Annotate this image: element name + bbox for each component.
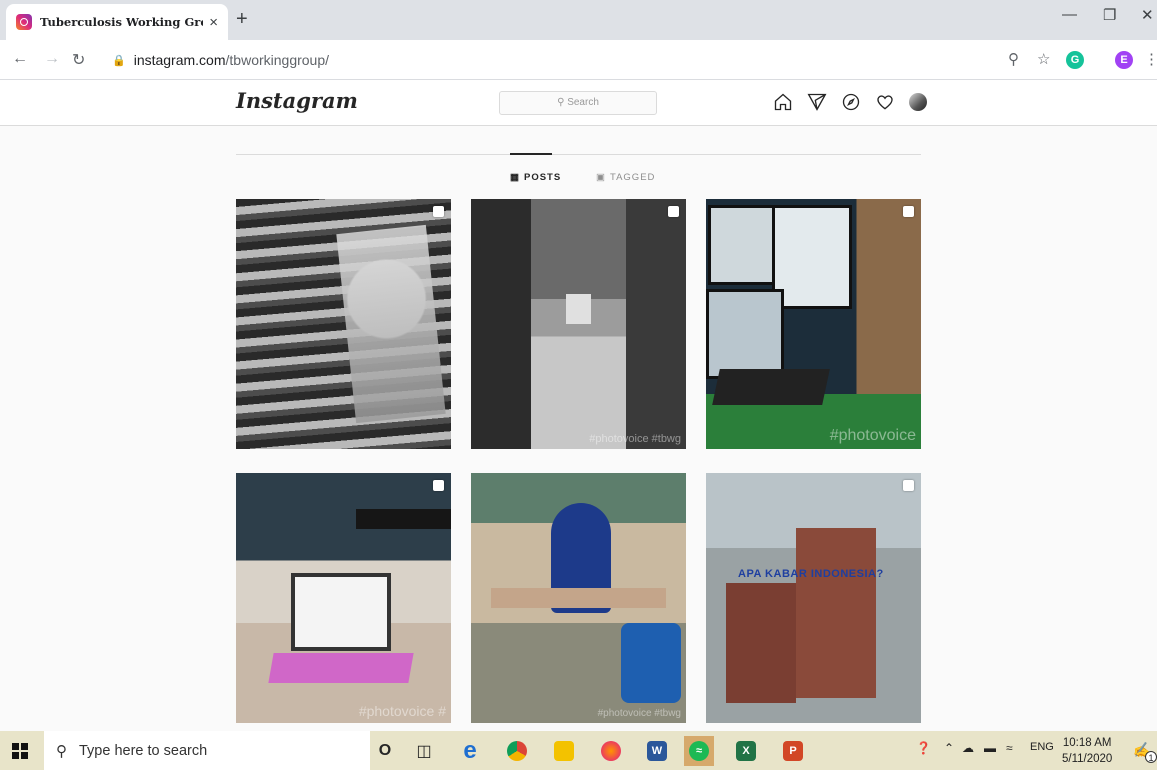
building-image	[726, 583, 796, 703]
chrome-icon[interactable]	[502, 736, 532, 766]
windows-start-icon[interactable]	[12, 743, 28, 759]
multi-photo-icon	[903, 480, 914, 491]
post-watermark: #photovoice #	[358, 703, 446, 719]
monitor-image	[772, 205, 852, 309]
notification-count-badge: 1	[1145, 751, 1157, 763]
cortana-glyph: O	[378, 742, 392, 759]
building-image	[796, 528, 876, 698]
chair-image	[621, 623, 681, 703]
minimize-icon[interactable]: —	[1062, 6, 1077, 23]
tab-posts-label: POSTS	[523, 172, 562, 183]
tab-title: Tuberculosis Working Group (	[40, 15, 203, 29]
help-icon[interactable]: ❓	[916, 741, 931, 755]
windows-taskbar: ⚲ Type here to search O ◫ e W ≈ X P ❓ ⌃ …	[0, 731, 1157, 770]
post-thumbnail[interactable]: #photovoice #tbwg	[471, 473, 686, 723]
onedrive-icon[interactable]: ☁	[962, 741, 974, 755]
new-tab-button[interactable]: +	[236, 8, 248, 31]
clock-date: 5/11/2020	[1062, 753, 1113, 765]
browser-tab-bar: Tuberculosis Working Group ( × + — ❐ ✕	[0, 0, 1157, 40]
back-arrow-icon[interactable]: ←	[12, 50, 28, 68]
home-icon[interactable]	[773, 92, 793, 112]
url-host: instagram.com	[133, 52, 226, 68]
tray-chevron-icon[interactable]: ⌃	[944, 741, 954, 755]
battery-icon[interactable]: ▬	[984, 741, 996, 755]
excel-icon[interactable]: X	[731, 736, 761, 766]
menu-kebab-icon[interactable]: ⋮	[1144, 50, 1157, 68]
multi-photo-icon	[903, 206, 914, 217]
post-thumbnail[interactable]: #photovoice #	[236, 473, 451, 723]
post-thumbnail[interactable]	[236, 199, 451, 449]
instagram-logo[interactable]: Instagram	[236, 88, 358, 113]
clock[interactable]: 10:18 AM 5/11/2020	[1062, 735, 1112, 767]
laptop-screen-image	[291, 573, 391, 651]
lock-icon: 🔒	[112, 54, 126, 67]
url-field[interactable]: 🔒 instagram.com/tbworkinggroup/	[98, 45, 1098, 75]
powerpoint-icon[interactable]: P	[778, 736, 808, 766]
direct-message-icon[interactable]	[807, 92, 827, 112]
keyboard-image	[712, 369, 830, 405]
address-bar-row: ← → ↻ 🔒 instagram.com/tbworkinggroup/ ⚲ …	[0, 40, 1157, 80]
instagram-favicon-icon	[16, 14, 32, 30]
post-thumbnail[interactable]: #photovoice	[706, 199, 921, 449]
post-watermark: #photovoice #tbwg	[589, 433, 681, 445]
taskbar-search-input[interactable]: ⚲ Type here to search	[44, 731, 370, 770]
tab-close-icon[interactable]: ×	[209, 14, 218, 31]
restore-icon[interactable]: ❐	[1103, 6, 1116, 24]
active-tab-indicator	[510, 153, 552, 155]
tab-tagged-label: TAGGED	[609, 172, 656, 183]
tab-posts[interactable]: ▦ POSTS	[510, 172, 561, 183]
word-icon[interactable]: W	[642, 736, 672, 766]
browser-tab[interactable]: Tuberculosis Working Group ( ×	[6, 4, 228, 40]
cortana-icon[interactable]: O	[370, 736, 400, 766]
wifi-icon[interactable]: ≈	[1006, 741, 1013, 755]
clock-time: 10:18 AM	[1062, 737, 1112, 749]
multi-photo-icon	[433, 480, 444, 491]
zoom-icon[interactable]: ⚲	[1008, 50, 1019, 68]
firefox-icon[interactable]	[596, 736, 626, 766]
post-watermark: #photovoice	[829, 427, 916, 444]
task-view-icon[interactable]: ◫	[409, 736, 439, 766]
bookmark-star-icon[interactable]: ☆	[1037, 50, 1050, 68]
multi-photo-icon	[668, 206, 679, 217]
reload-icon[interactable]: ↻	[72, 50, 85, 70]
language-indicator[interactable]: ENG	[1030, 741, 1054, 753]
keyboard-image	[268, 653, 414, 683]
explore-compass-icon[interactable]	[841, 92, 861, 112]
file-explorer-icon[interactable]	[549, 736, 579, 766]
table-image	[491, 588, 666, 608]
instagram-header: Instagram ⚲ Search	[0, 80, 1157, 126]
post-overlay-text: APA KABAR INDONESIA?	[738, 568, 884, 580]
shelf-image	[356, 509, 451, 529]
post-thumbnail[interactable]: APA KABAR INDONESIA?	[706, 473, 921, 723]
profile-avatar-icon[interactable]	[909, 93, 927, 111]
post-watermark: #photovoice #tbwg	[597, 708, 681, 719]
grid-icon: ▦	[510, 172, 520, 183]
forward-arrow-icon[interactable]: →	[44, 50, 60, 68]
search-placeholder: Search	[567, 97, 599, 108]
profile-avatar[interactable]: E	[1115, 51, 1133, 69]
nav-icons	[773, 92, 927, 112]
tag-icon: ▣	[596, 172, 606, 183]
window-close-icon[interactable]: ✕	[1141, 6, 1154, 24]
spotify-icon[interactable]: ≈	[684, 736, 714, 766]
url-path: /tbworkinggroup/	[225, 52, 330, 68]
search-icon: ⚲	[56, 742, 67, 760]
taskbar-search-placeholder: Type here to search	[79, 742, 208, 759]
grammarly-extension-icon[interactable]: G	[1066, 51, 1084, 69]
activity-heart-icon[interactable]	[875, 92, 895, 112]
search-input[interactable]: ⚲ Search	[499, 91, 657, 115]
multi-photo-icon	[433, 206, 444, 217]
tabs-divider	[236, 154, 921, 155]
tab-tagged[interactable]: ▣ TAGGED	[596, 172, 655, 183]
edge-browser-icon[interactable]: e	[455, 736, 485, 766]
post-thumbnail[interactable]: #photovoice #tbwg	[471, 199, 686, 449]
laptop-image	[706, 289, 784, 379]
